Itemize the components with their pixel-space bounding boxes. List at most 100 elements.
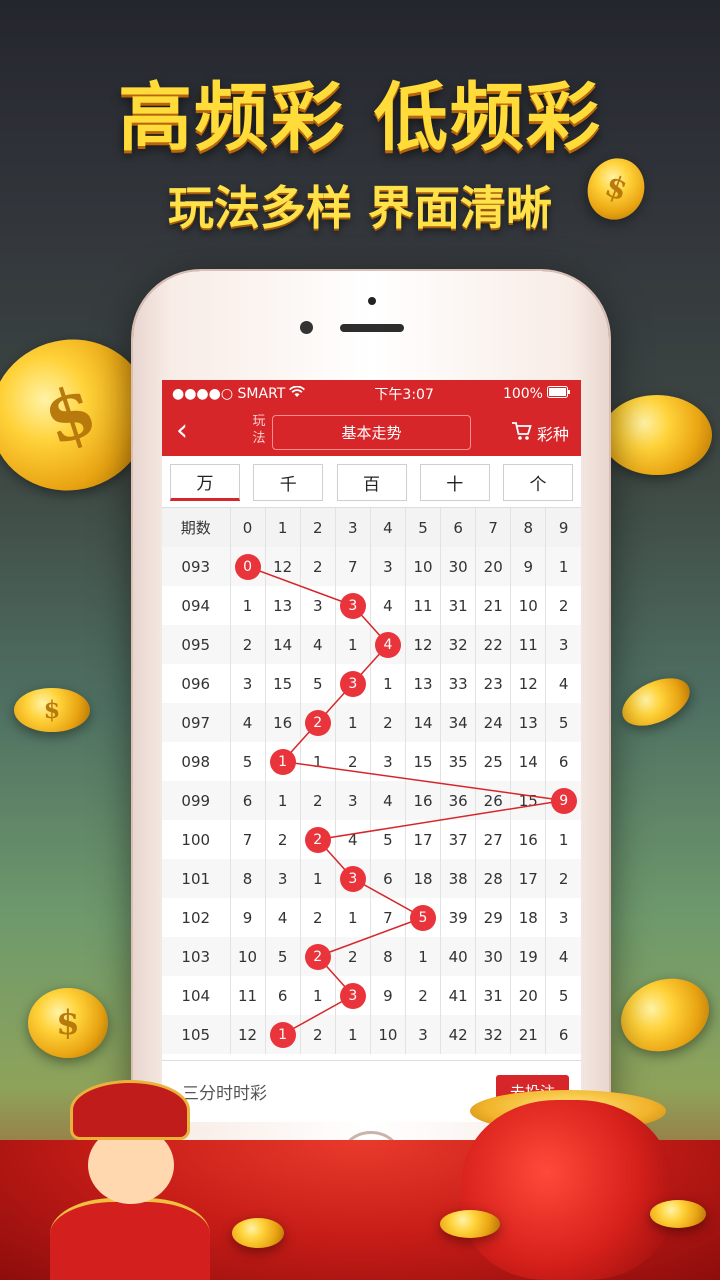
miss-count-cell: 3 [545, 625, 581, 664]
table-row: 096 3 15 5 3 1 13 33 23 12 4 [162, 664, 581, 703]
back-icon[interactable]: ‹ [176, 416, 188, 446]
coin-decoration [440, 1210, 500, 1238]
miss-count-cell: 1 [229, 586, 266, 625]
miss-count-cell: 1 [334, 898, 371, 937]
miss-count-cell: 5 [545, 976, 581, 1015]
miss-count-cell: 10 [510, 586, 546, 625]
hit-cell: 2 [299, 703, 336, 742]
miss-count-cell: 42 [440, 1015, 476, 1054]
miss-count-cell: 16 [264, 703, 301, 742]
hit-cell: 1 [264, 1015, 301, 1054]
miss-count-cell: 8 [369, 937, 406, 976]
table-row: 098 5 1 1 2 3 15 35 25 14 6 [162, 742, 581, 781]
coin-decoration [650, 1200, 706, 1228]
hit-ball: 2 [304, 709, 331, 736]
period-cell: 097 [162, 703, 230, 742]
miss-count-cell: 21 [475, 586, 511, 625]
miss-count-cell: 1 [299, 859, 336, 898]
miss-count-cell: 16 [510, 820, 546, 859]
period-cell: 098 [181, 752, 211, 771]
clock: 下午3:07 [374, 387, 434, 403]
miss-count-cell: 1 [299, 976, 336, 1015]
tab-shi[interactable]: 十 [419, 464, 490, 501]
tab-qian[interactable]: 千 [253, 464, 324, 501]
miss-count-cell: 33 [440, 664, 476, 703]
miss-count-cell: 2 [264, 820, 301, 859]
miss-count-cell: 6 [545, 742, 581, 781]
period-cell: 101 [162, 859, 230, 898]
miss-count-cell: 4 [545, 937, 581, 976]
hit-ball: 4 [374, 631, 401, 658]
miss-count-cell: 7 [229, 820, 266, 859]
hit-cell: 3 [334, 976, 371, 1015]
period-cell: 103 [162, 937, 230, 976]
miss-count-cell: 22 [475, 625, 511, 664]
table-row: 104 11 6 1 3 9 2 41 31 20 5 [162, 976, 581, 1015]
miss-count-cell: 12 [404, 625, 441, 664]
miss-count-cell: 18 [510, 898, 546, 937]
miss-count-cell: 13 [404, 664, 441, 703]
miss-count-cell: 15 [510, 781, 546, 820]
miss-count-cell: 20 [475, 547, 511, 586]
phone-sensor [368, 297, 376, 305]
miss-count-cell: 4 [229, 703, 266, 742]
miss-count-cell: 5 [299, 664, 336, 703]
miss-count-cell: 13 [264, 586, 301, 625]
column-header-digit: 7 [475, 508, 511, 547]
miss-count-cell: 34 [440, 703, 476, 742]
promo-subline: 玩法多样 界面清晰 [167, 181, 552, 235]
coin-decoration [610, 966, 720, 1064]
lottery-kind-button[interactable]: 彩种 [511, 421, 569, 445]
miss-count-cell: 40 [440, 937, 476, 976]
miss-count-cell: 26 [475, 781, 511, 820]
miss-count-cell: 6 [229, 781, 266, 820]
miss-count-cell: 11 [229, 976, 266, 1015]
fortune-god-body [50, 1198, 210, 1280]
miss-count-cell: 29 [475, 898, 511, 937]
miss-count-cell: 30 [475, 937, 511, 976]
miss-count-cell: 9 [369, 976, 406, 1015]
tab-wan[interactable]: 万 [170, 464, 240, 501]
digit-tabs: 万 千 百 十 个 [162, 456, 581, 508]
hit-ball: 1 [269, 748, 296, 775]
period-cell: 094 [181, 596, 211, 615]
column-header-digit: 4 [369, 508, 406, 547]
miss-count-cell: 27 [475, 820, 511, 859]
miss-count-cell: 3 [264, 859, 301, 898]
trend-chart: 期数 0 1 2 3 4 5 6 7 8 9 093 0 12 2 7 3 10 30 20 9 1 094 1 13 3 3 4 11… [162, 508, 581, 1054]
status-bar: ●●●●○ SMART 下午3:07 100% [162, 380, 581, 408]
miss-count-cell: 25 [475, 742, 511, 781]
period-cell: 100 [181, 830, 211, 849]
hit-ball: 3 [339, 982, 366, 1009]
miss-count-cell: 14 [264, 625, 301, 664]
hit-ball: 5 [410, 904, 437, 931]
tab-bai[interactable]: 百 [336, 464, 407, 501]
miss-count-cell: 1 [404, 937, 441, 976]
period-cell: 096 [181, 674, 211, 693]
tab-ge[interactable]: 个 [503, 464, 573, 501]
play-select[interactable]: 基本走势 [272, 415, 471, 450]
miss-count-cell: 39 [440, 898, 476, 937]
coin-decoration [602, 395, 712, 475]
fortune-god-illustration [40, 1080, 220, 1280]
cart-icon [511, 421, 533, 445]
miss-count-cell: 37 [440, 820, 476, 859]
miss-count-cell: 3 [369, 547, 406, 586]
hit-cell: 1 [264, 742, 301, 781]
miss-count-cell: 14 [510, 742, 546, 781]
coin-decoration [614, 668, 698, 736]
miss-count-cell: 3 [369, 742, 406, 781]
miss-count-cell: 7 [334, 547, 371, 586]
table-row: 101 8 3 1 3 6 18 38 28 17 2 [162, 859, 581, 898]
column-header-digit: 0 [229, 508, 266, 547]
hit-cell: 0 [229, 547, 266, 586]
battery-icon [546, 386, 571, 402]
phone-camera [300, 321, 313, 334]
hit-cell: 3 [334, 859, 371, 898]
miss-count-cell: 3 [334, 781, 371, 820]
miss-count-cell: 18 [404, 859, 441, 898]
hit-ball: 3 [339, 592, 366, 619]
miss-count-cell: 3 [299, 586, 336, 625]
table-row: 100 7 2 2 4 5 17 37 27 16 1 [162, 820, 581, 859]
hit-ball: 3 [339, 670, 366, 697]
